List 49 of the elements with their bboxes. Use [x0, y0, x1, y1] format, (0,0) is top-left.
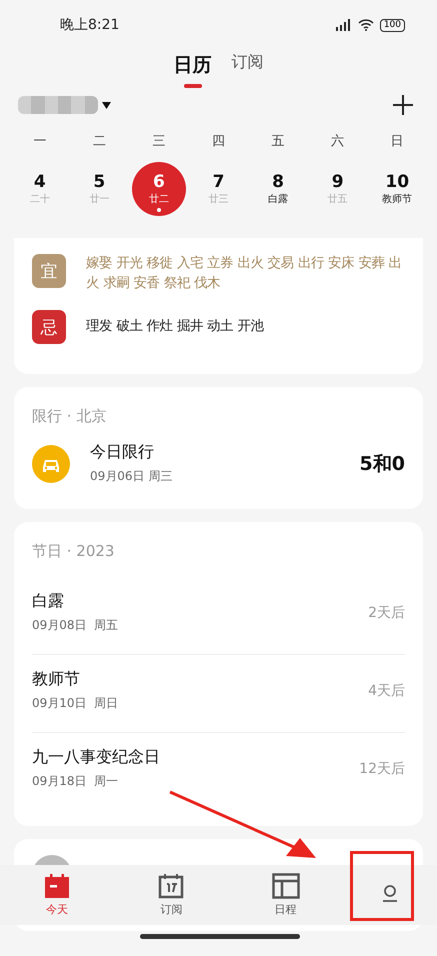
day-cell[interactable]: 5 廿一 — [72, 162, 126, 216]
weekday-label: 日 — [390, 133, 404, 150]
day-cell[interactable]: 10 教师节 — [370, 162, 424, 216]
person-icon — [380, 885, 399, 905]
restricted-numbers: 5和0 — [360, 452, 405, 476]
day-cell[interactable]: 9 廿五 — [310, 162, 365, 216]
weekday-label: 五 — [272, 133, 285, 150]
holiday-countdown: 4天后 — [368, 682, 405, 700]
weekday-label: 三 — [152, 133, 166, 150]
dropdown-icon[interactable] — [102, 102, 111, 108]
weekday-label: 四 — [212, 133, 225, 150]
weekday-label: 一 — [33, 133, 46, 150]
tab[interactable]: 日历 — [174, 50, 212, 88]
card-header: 限行 · 北京 — [32, 406, 108, 426]
nav-tab[interactable]: 日程 — [256, 873, 316, 917]
holiday-date: 09月08日 周五 — [32, 617, 118, 634]
calendar-icon — [158, 873, 184, 899]
traffic-card[interactable]: 限行 · 北京 今日限行 09月06日 周三 5和0 — [14, 387, 423, 509]
calendar-icon — [44, 873, 70, 899]
signal-icon — [334, 19, 352, 31]
status-time: 晚上8:21 — [60, 16, 120, 34]
weekday-label: 六 — [331, 133, 344, 150]
layout-icon — [272, 873, 300, 899]
day-cell[interactable]: 4 二十 — [12, 162, 67, 216]
tab[interactable]: 订阅 — [232, 50, 264, 83]
holiday-name: 教师节 — [32, 669, 81, 690]
almanac-badge: 宜 — [32, 254, 66, 288]
day-cell[interactable]: 8 白露 — [251, 162, 306, 216]
weekday-label: 二 — [92, 133, 106, 150]
nav-tab[interactable]: 今天 — [27, 873, 88, 917]
holiday-date: 09月10日 周日 — [32, 695, 118, 712]
holiday-countdown: 2天后 — [368, 604, 405, 622]
day-cell[interactable]: 6 廿二 — [132, 162, 186, 216]
day-cell[interactable]: 7 廿三 — [191, 162, 246, 216]
holiday-name: 九一八事变纪念日 — [32, 747, 160, 768]
traffic-title: 今日限行 — [90, 442, 155, 463]
holiday-date: 09月18日 周一 — [32, 773, 120, 790]
almanac-badge: 忌 — [32, 310, 66, 344]
battery-icon: 100 — [380, 18, 405, 32]
holiday-name: 白露 — [32, 591, 65, 612]
traffic-date: 09月06日 周三 — [90, 468, 172, 485]
holiday-countdown: 12天后 — [359, 760, 405, 778]
almanac-text: 理发 破土 作灶 掘井 动土 开池 — [86, 318, 264, 336]
add-icon[interactable] — [393, 95, 413, 115]
car-icon — [32, 444, 70, 482]
nav-tab[interactable]: 订阅 — [141, 873, 202, 917]
card-header: 节日 · 2023 — [32, 541, 116, 561]
wifi-icon — [358, 19, 374, 31]
almanac-text: 嫁娶 开光 移徙 入宅 立券 出火 交易 出行 安床 安葬 出火 求嗣 安香 祭祀 伐木 — [86, 254, 403, 293]
